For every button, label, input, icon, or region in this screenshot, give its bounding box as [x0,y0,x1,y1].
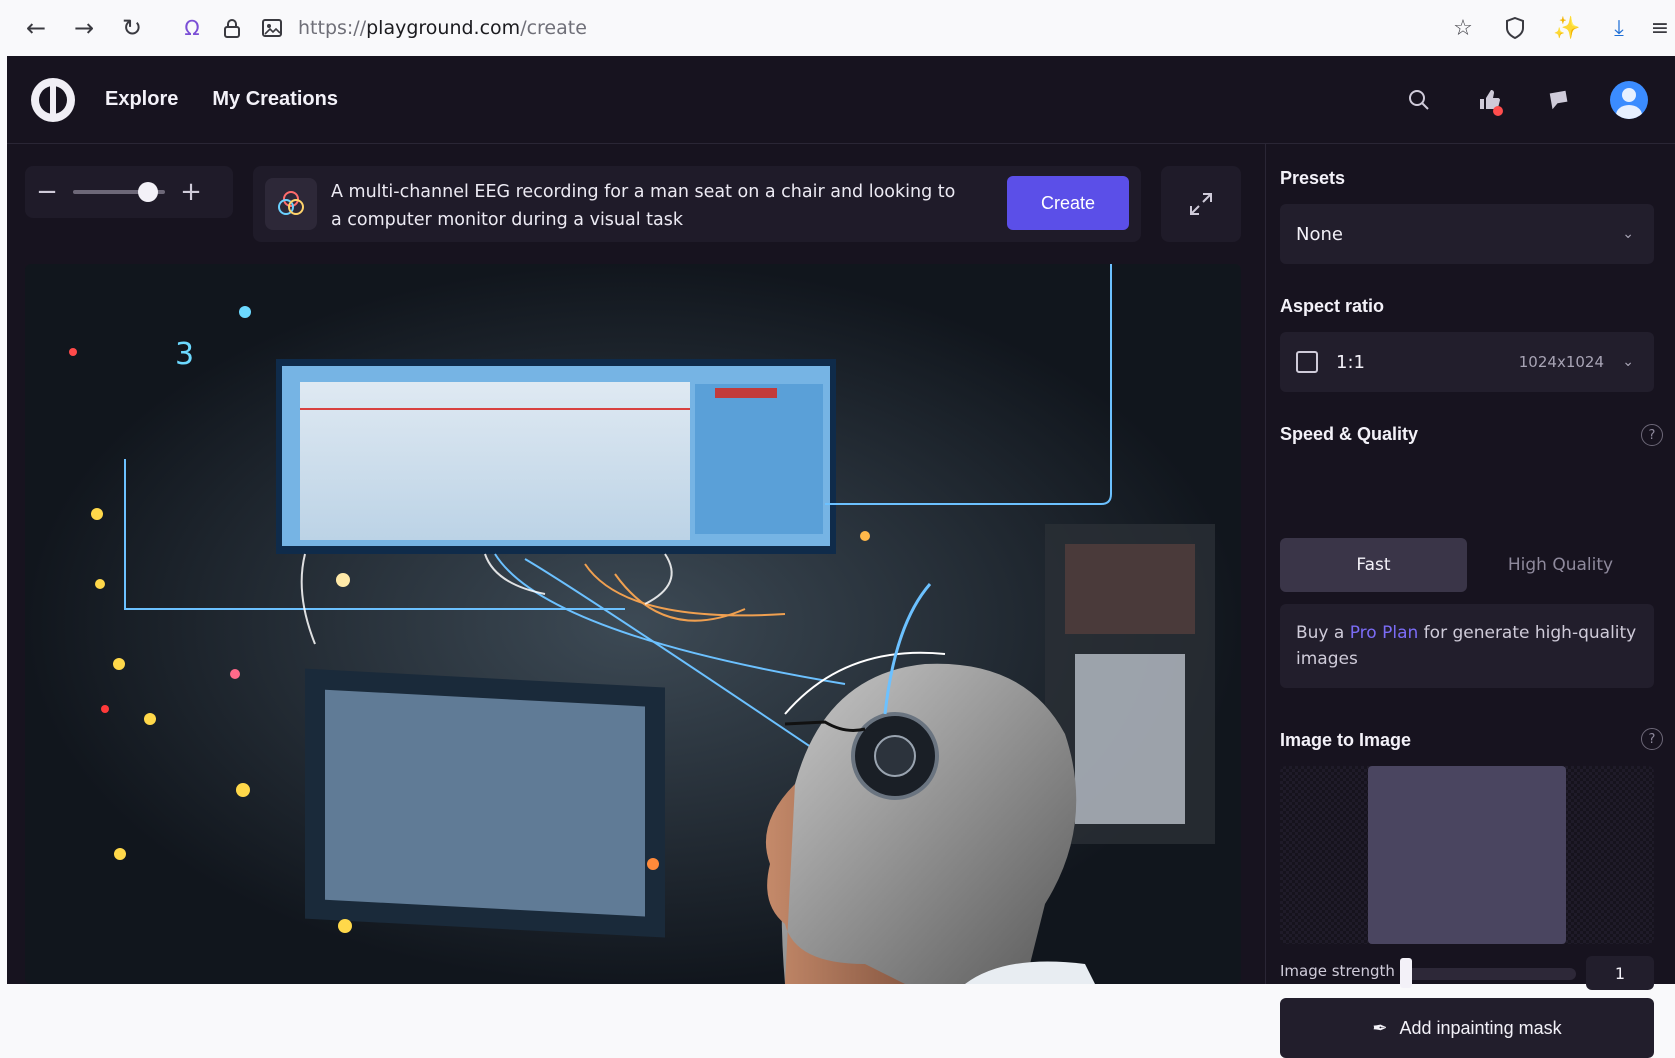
chevron-down-icon: ⌄ [1622,226,1634,242]
presets-title: Presets [1280,168,1346,188]
avatar[interactable] [1605,76,1653,124]
zoom-control: − + [25,166,233,218]
app: Explore My Creations − + A multi-channel… [7,56,1675,1058]
speed-quality-title: Speed & Quality [1280,424,1419,444]
notification-dot [1493,106,1503,116]
aspect-ratio-dimensions: 1024x1024 [1518,353,1604,371]
browser-toolbar: ← → ↻ Ω https://playground.com/create ☆ … [0,0,1675,56]
image-strength-label: Image strength [1280,962,1395,980]
zoom-in-button[interactable]: + [169,170,213,214]
url-prefix: https:// [298,17,367,39]
nav-my-creations[interactable]: My Creations [212,88,338,111]
brush-icon: ✒ [1372,1017,1388,1038]
download-icon[interactable]: ⤓ [1593,8,1645,48]
playground-logo-icon[interactable] [31,77,75,122]
zoom-slider-thumb[interactable] [138,182,159,202]
forward-arrow-icon[interactable]: → [60,8,108,48]
reload-icon[interactable]: ↻ [108,8,156,48]
settings-panel: Presets None ⌄ Aspect ratio 1:1 1024x102… [1265,144,1675,1058]
image-strength-slider[interactable] [1404,968,1576,980]
generated-image[interactable]: 3 [25,264,1241,984]
speed-quality-toggle: Fast High Quality [1280,538,1654,592]
presets-value: None [1296,223,1343,245]
aspect-ratio-title: Aspect ratio [1280,296,1385,316]
high-quality-option[interactable]: High Quality [1467,538,1654,592]
generated-image-art: 3 [25,264,1241,984]
browser-actions: ☆ ✨ ⤓ ≡ [1437,8,1675,48]
pro-plan-notice: Buy a Pro Plan for generate high-quality… [1280,604,1654,688]
address-bar[interactable]: Ω https://playground.com/create [172,8,1322,48]
lock-icon[interactable] [212,8,252,48]
svg-text:3: 3 [175,337,194,372]
add-inpainting-mask-label: Add inpainting mask [1399,1017,1562,1038]
nav-explore[interactable]: Explore [105,88,178,111]
image-upload-area[interactable] [1280,766,1654,944]
user-avatar-icon [1610,81,1648,119]
chevron-down-icon: ⌄ [1622,354,1634,370]
aspect-ratio-select[interactable]: 1:1 1024x1024 ⌄ [1280,332,1654,392]
pro-prefix: Buy a [1296,623,1350,643]
prompt-input[interactable]: A multi-channel EEG recording for a man … [331,178,971,234]
top-actions [1395,76,1653,124]
zoom-out-button[interactable]: − [25,170,69,214]
pro-plan-link[interactable]: Pro Plan [1350,623,1419,643]
style-palette-icon[interactable] [265,178,317,230]
aspect-ratio-square-icon [1296,351,1318,373]
zoom-slider[interactable] [73,182,165,202]
image-strength-value[interactable]: 1 [1586,956,1654,990]
prompt-box: A multi-channel EEG recording for a man … [253,166,1141,242]
image-to-image-title: Image to Image [1280,730,1412,750]
image-placeholder [1368,766,1566,944]
menu-icon[interactable]: ≡ [1645,8,1675,48]
permissions-icon[interactable] [252,8,292,48]
help-icon[interactable]: ? [1641,728,1663,750]
create-button[interactable]: Create [1007,176,1129,230]
aspect-ratio-value: 1:1 [1336,351,1365,373]
site-info-icon[interactable]: Ω [172,8,212,48]
url-path: /create [520,17,587,39]
customize-icon[interactable]: ✨ [1541,8,1593,48]
shield-icon[interactable] [1489,8,1541,48]
back-arrow-icon[interactable]: ← [12,8,60,48]
top-navigation: Explore My Creations [7,56,1675,144]
chat-icon[interactable] [1535,76,1583,124]
presets-select[interactable]: None ⌄ [1280,204,1654,264]
help-icon[interactable]: ? [1641,424,1663,446]
search-icon[interactable] [1395,76,1443,124]
expand-icon[interactable] [1161,166,1241,242]
fast-option[interactable]: Fast [1280,538,1467,592]
url-host: playground.com [366,17,521,39]
likes-icon[interactable] [1465,76,1513,124]
add-inpainting-mask-button[interactable]: ✒ Add inpainting mask [1280,998,1654,1058]
url-text[interactable]: https://playground.com/create [298,17,587,39]
bookmark-star-icon[interactable]: ☆ [1437,8,1489,48]
